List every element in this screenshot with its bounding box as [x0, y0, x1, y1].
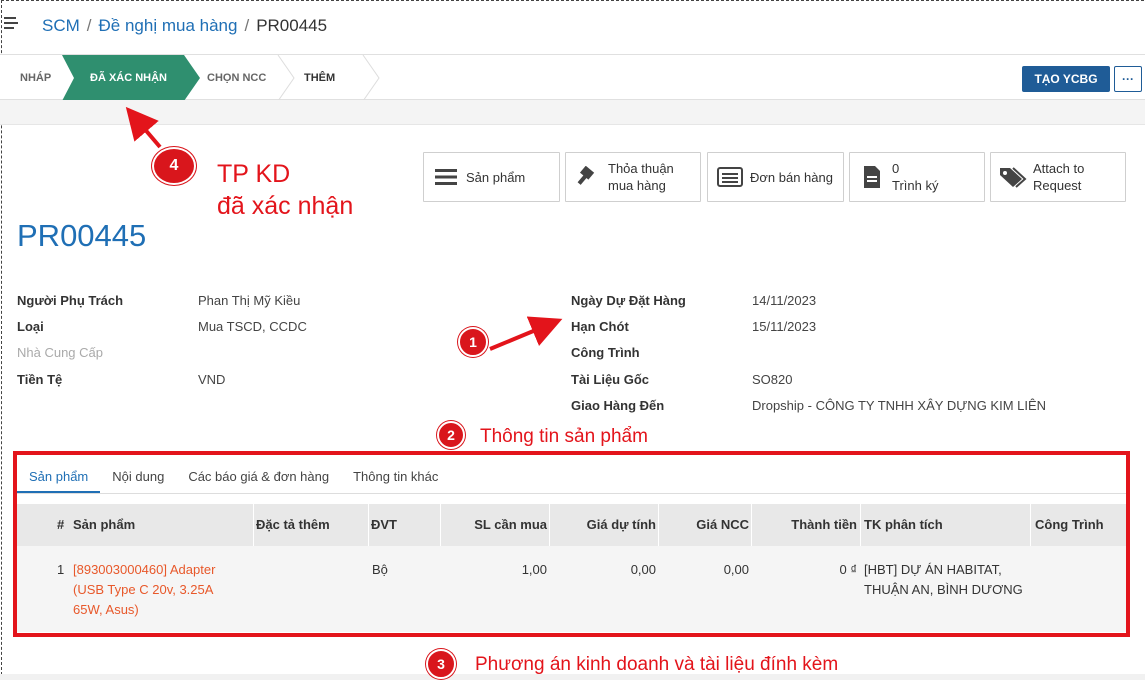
annotation-badge-3: 3 — [426, 649, 456, 679]
annotation-text-4-line2: đã xác nhận — [217, 192, 354, 220]
annotation-text-4: TP KD đã xác nhận — [217, 158, 353, 222]
annotation-badge-4: 4 — [152, 147, 196, 185]
annotation-badge-1: 1 — [458, 327, 488, 357]
annotation-text-4-line1: TP KD — [217, 160, 291, 188]
annotation-text-3: Phương án kinh doanh và tài liệu đính kè… — [475, 654, 839, 675]
annotation-arrows — [125, 106, 563, 351]
annotation-badge-2: 2 — [437, 421, 465, 449]
annotation-text-2: Thông tin sản phẩm — [480, 426, 648, 447]
